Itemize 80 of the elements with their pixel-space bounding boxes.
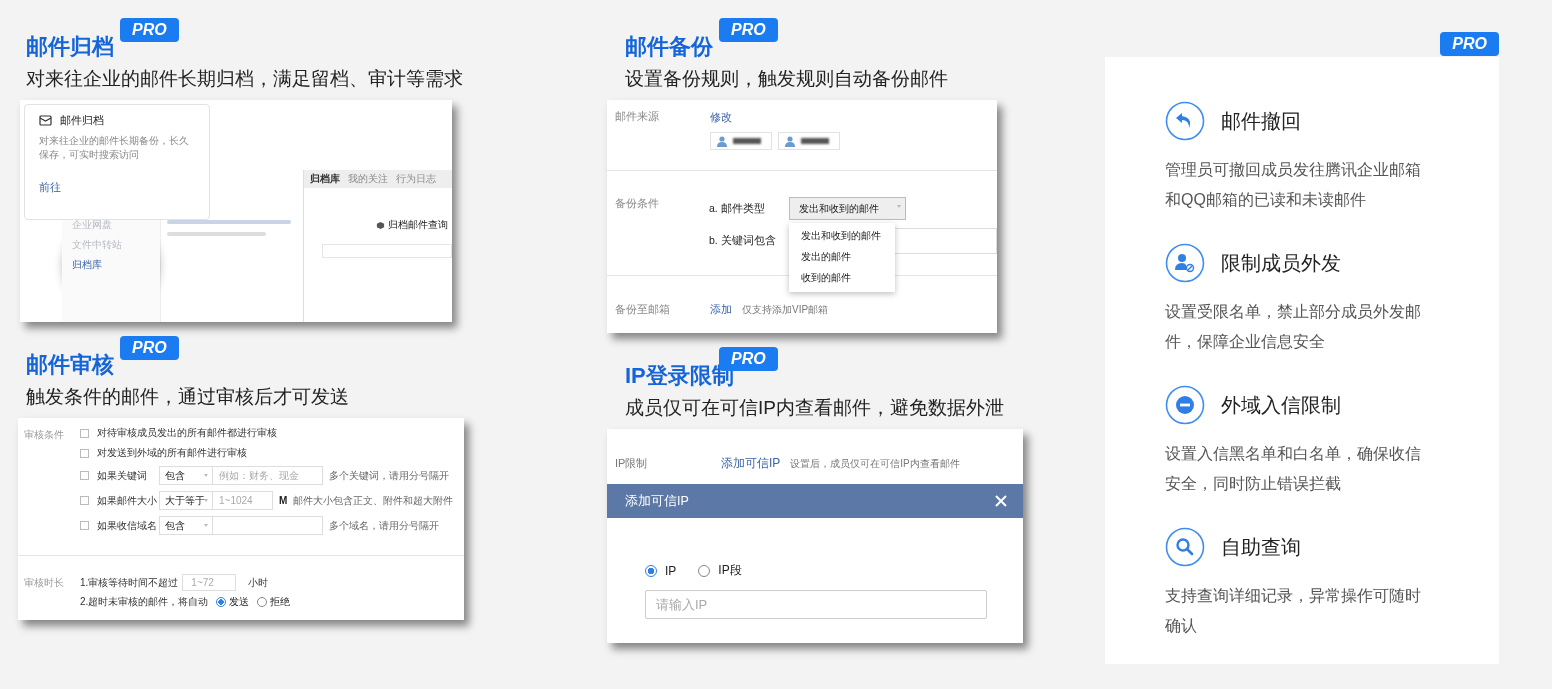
radio-option[interactable]: IP: [645, 562, 677, 579]
sidebar-item[interactable]: 归档库: [72, 258, 160, 272]
radio-option[interactable]: IP段: [698, 562, 742, 579]
box-icon: [376, 220, 385, 230]
add-link[interactable]: 添加: [710, 302, 732, 317]
select-dropdown[interactable]: 包含: [159, 516, 213, 535]
condition-label: a. 邮件类型: [709, 201, 766, 216]
radio-option[interactable]: 拒绝: [257, 595, 291, 609]
feature-title: 外域入信限制: [1221, 392, 1341, 418]
search-icon: [1165, 527, 1205, 567]
section-title: 邮件归档: [25, 33, 114, 61]
section-subtitle: 对来往企业的邮件长期归档，满足留档、审计等需求: [25, 67, 464, 91]
field-label: 备份至邮箱: [615, 302, 671, 317]
condition-label: b. 关键词包含: [709, 234, 777, 248]
select-dropdown[interactable]: 大于等于: [159, 491, 213, 510]
condition-label: 如果邮件大小: [97, 493, 158, 508]
section-title: 邮件审核: [25, 351, 114, 379]
user-block-icon: [1165, 243, 1205, 283]
unit-label: M: [279, 495, 288, 506]
feature-title: 限制成员外发: [1221, 250, 1341, 276]
feature-description: 设置受限名单，禁止部分成员外发邮件，保障企业信息安全: [1165, 302, 1422, 352]
condition-label: 如果收信域名: [97, 518, 158, 533]
card-description: 对来往企业的邮件长期备份，长久保存，可实时搜索访问: [39, 134, 190, 162]
select-dropdown[interactable]: 包含: [159, 466, 213, 485]
card-title: 邮件归档: [60, 113, 104, 128]
pro-badge: PRO: [120, 336, 179, 360]
hint-text: 多个域名，请用分号隔开: [329, 518, 439, 533]
field-label: IP限制: [615, 456, 649, 471]
dialog-title: 添加可信IP: [625, 492, 689, 510]
condition-label: 如果关键词: [97, 468, 148, 483]
minus-icon: [1165, 385, 1205, 425]
menu-item[interactable]: 收到的邮件: [789, 268, 895, 289]
pro-badge: PRO: [120, 18, 179, 42]
feature-description: 设置入信黑名单和白名单，确保收信安全，同时防止错误拦截: [1165, 444, 1422, 494]
feature-description: 支持查询详细记录，异常操作可随时确认: [1165, 586, 1422, 636]
person-icon: [717, 135, 727, 147]
redacted-name: [733, 138, 761, 144]
hint-text: 设置后，成员仅可在可信IP内查看邮件: [790, 456, 960, 471]
section-subtitle: 触发条件的邮件，通过审核后才可发送: [25, 385, 350, 409]
person-icon: [785, 135, 795, 147]
radio-option[interactable]: 发送: [216, 595, 250, 609]
close-icon[interactable]: [995, 495, 1007, 507]
checkbox[interactable]: [80, 496, 89, 505]
checkbox[interactable]: [80, 448, 89, 458]
field-label: 邮件来源: [615, 110, 660, 124]
hint-text: 多个关键词，请用分号隔开: [329, 468, 449, 483]
go-link[interactable]: 前往: [39, 180, 61, 195]
pro-badge: PRO: [719, 18, 778, 42]
checkbox[interactable]: [80, 428, 89, 438]
feature-title: 邮件撤回: [1221, 108, 1301, 134]
hint-text: 邮件大小包含正文、附件和超大附件: [293, 493, 454, 508]
unit-label: 小时: [248, 575, 269, 590]
menu-item[interactable]: 发出和收到的邮件: [789, 226, 895, 247]
field-label: 审核时长: [24, 576, 65, 590]
tab[interactable]: 归档库: [310, 172, 340, 186]
undo-icon: [1165, 101, 1205, 141]
rule-text: 2.超时未审核的邮件，将自动: [80, 595, 209, 609]
field-label: 备份条件: [615, 197, 660, 211]
mail-icon: [39, 115, 52, 126]
feature-title: 自助查询: [1221, 534, 1301, 560]
section-title: 邮件备份: [624, 33, 713, 61]
section-subtitle: 成员仅可在可信IP内查看邮件，避免数据外泄: [624, 396, 1005, 420]
input-field[interactable]: [213, 516, 323, 535]
pro-badge: PRO: [1440, 32, 1499, 56]
add-ip-link[interactable]: 添加可信IP: [721, 455, 781, 472]
select-dropdown[interactable]: 发出和收到的邮件: [789, 197, 906, 220]
checkbox[interactable]: [80, 471, 89, 480]
field-label: 审核条件: [24, 428, 65, 442]
feature-description: 管理员可撤回成员发往腾讯企业邮箱和QQ邮箱的已读和未读邮件: [1165, 160, 1422, 210]
hint-text: 仅支持添加VIP邮箱: [742, 302, 829, 317]
section-subtitle: 设置备份规则，触发规则自动备份邮件: [624, 67, 949, 91]
menu-item[interactable]: 发出的邮件: [789, 247, 895, 268]
condition-label: 对待审核成员发出的所有邮件都进行审核: [97, 426, 277, 440]
archive-search-title: 归档邮件查询: [304, 218, 448, 232]
redacted-name: [801, 138, 829, 144]
edit-link[interactable]: 修改: [710, 111, 732, 123]
checkbox[interactable]: [80, 521, 89, 530]
condition-label: 对发送到外域的所有邮件进行审核: [97, 446, 247, 460]
search-field[interactable]: [322, 244, 452, 258]
rule-text: 1.审核等待时间不超过: [80, 575, 179, 590]
